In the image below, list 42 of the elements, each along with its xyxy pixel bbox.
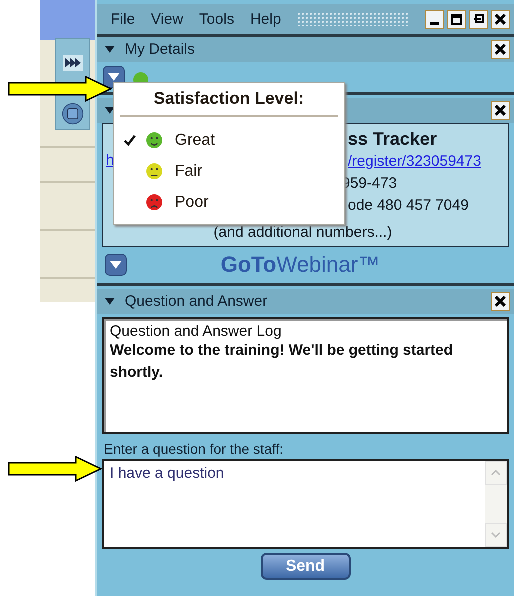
- caret-icon: [110, 261, 122, 269]
- menu-item[interactable]: Great: [114, 125, 344, 156]
- close-button[interactable]: [491, 40, 510, 59]
- close-icon: [495, 14, 506, 24]
- menu-item[interactable]: View: [151, 10, 184, 28]
- fast-forward-icon[interactable]: [62, 55, 82, 71]
- undock-button[interactable]: [469, 10, 488, 28]
- menu-item[interactable]: Tools: [199, 10, 234, 28]
- menu-title: Satisfaction Level:: [154, 89, 304, 109]
- undock-icon: [473, 14, 484, 24]
- access-code: ode 480 457 7049: [348, 196, 469, 214]
- collapse-icon: [105, 46, 115, 53]
- webinar-title: ss Tracker: [348, 128, 438, 150]
- dropdown-button[interactable]: [105, 254, 127, 276]
- stop-icon[interactable]: [62, 103, 84, 125]
- maximize-icon: [451, 14, 462, 24]
- registration-link[interactable]: /register/323059473: [348, 152, 482, 170]
- close-icon: [495, 44, 506, 55]
- collapse-icon: [105, 298, 115, 305]
- close-icon: [495, 296, 506, 307]
- collapse-icon: [105, 107, 115, 114]
- grip-handle[interactable]: [297, 12, 409, 26]
- menu-item[interactable]: Poor: [114, 187, 344, 218]
- log-message: Welcome to the training! We'll be getting started shortly.: [110, 341, 454, 383]
- log-title: Question and Answer Log: [110, 323, 283, 340]
- menu-item[interactable]: Fair: [114, 156, 344, 187]
- additional-numbers: (and additional numbers...): [214, 224, 392, 241]
- close-icon: [495, 105, 506, 116]
- menu-item[interactable]: File: [111, 10, 136, 28]
- check-icon: [124, 135, 136, 146]
- panel-title: My Details: [125, 41, 196, 58]
- minimize-button[interactable]: [425, 10, 444, 28]
- question-prompt: Enter a question for the staff:: [104, 441, 285, 457]
- close-button[interactable]: [491, 292, 510, 311]
- maximize-button[interactable]: [447, 10, 466, 28]
- panel-title: Question and Answer: [125, 293, 269, 310]
- background-window: [40, 0, 95, 40]
- close-button[interactable]: [491, 10, 510, 28]
- minimize-icon: [430, 22, 439, 24]
- menu-item[interactable]: Help: [250, 10, 282, 28]
- product-logo: GoToWebinar™: [220, 252, 382, 278]
- close-button[interactable]: [491, 101, 510, 120]
